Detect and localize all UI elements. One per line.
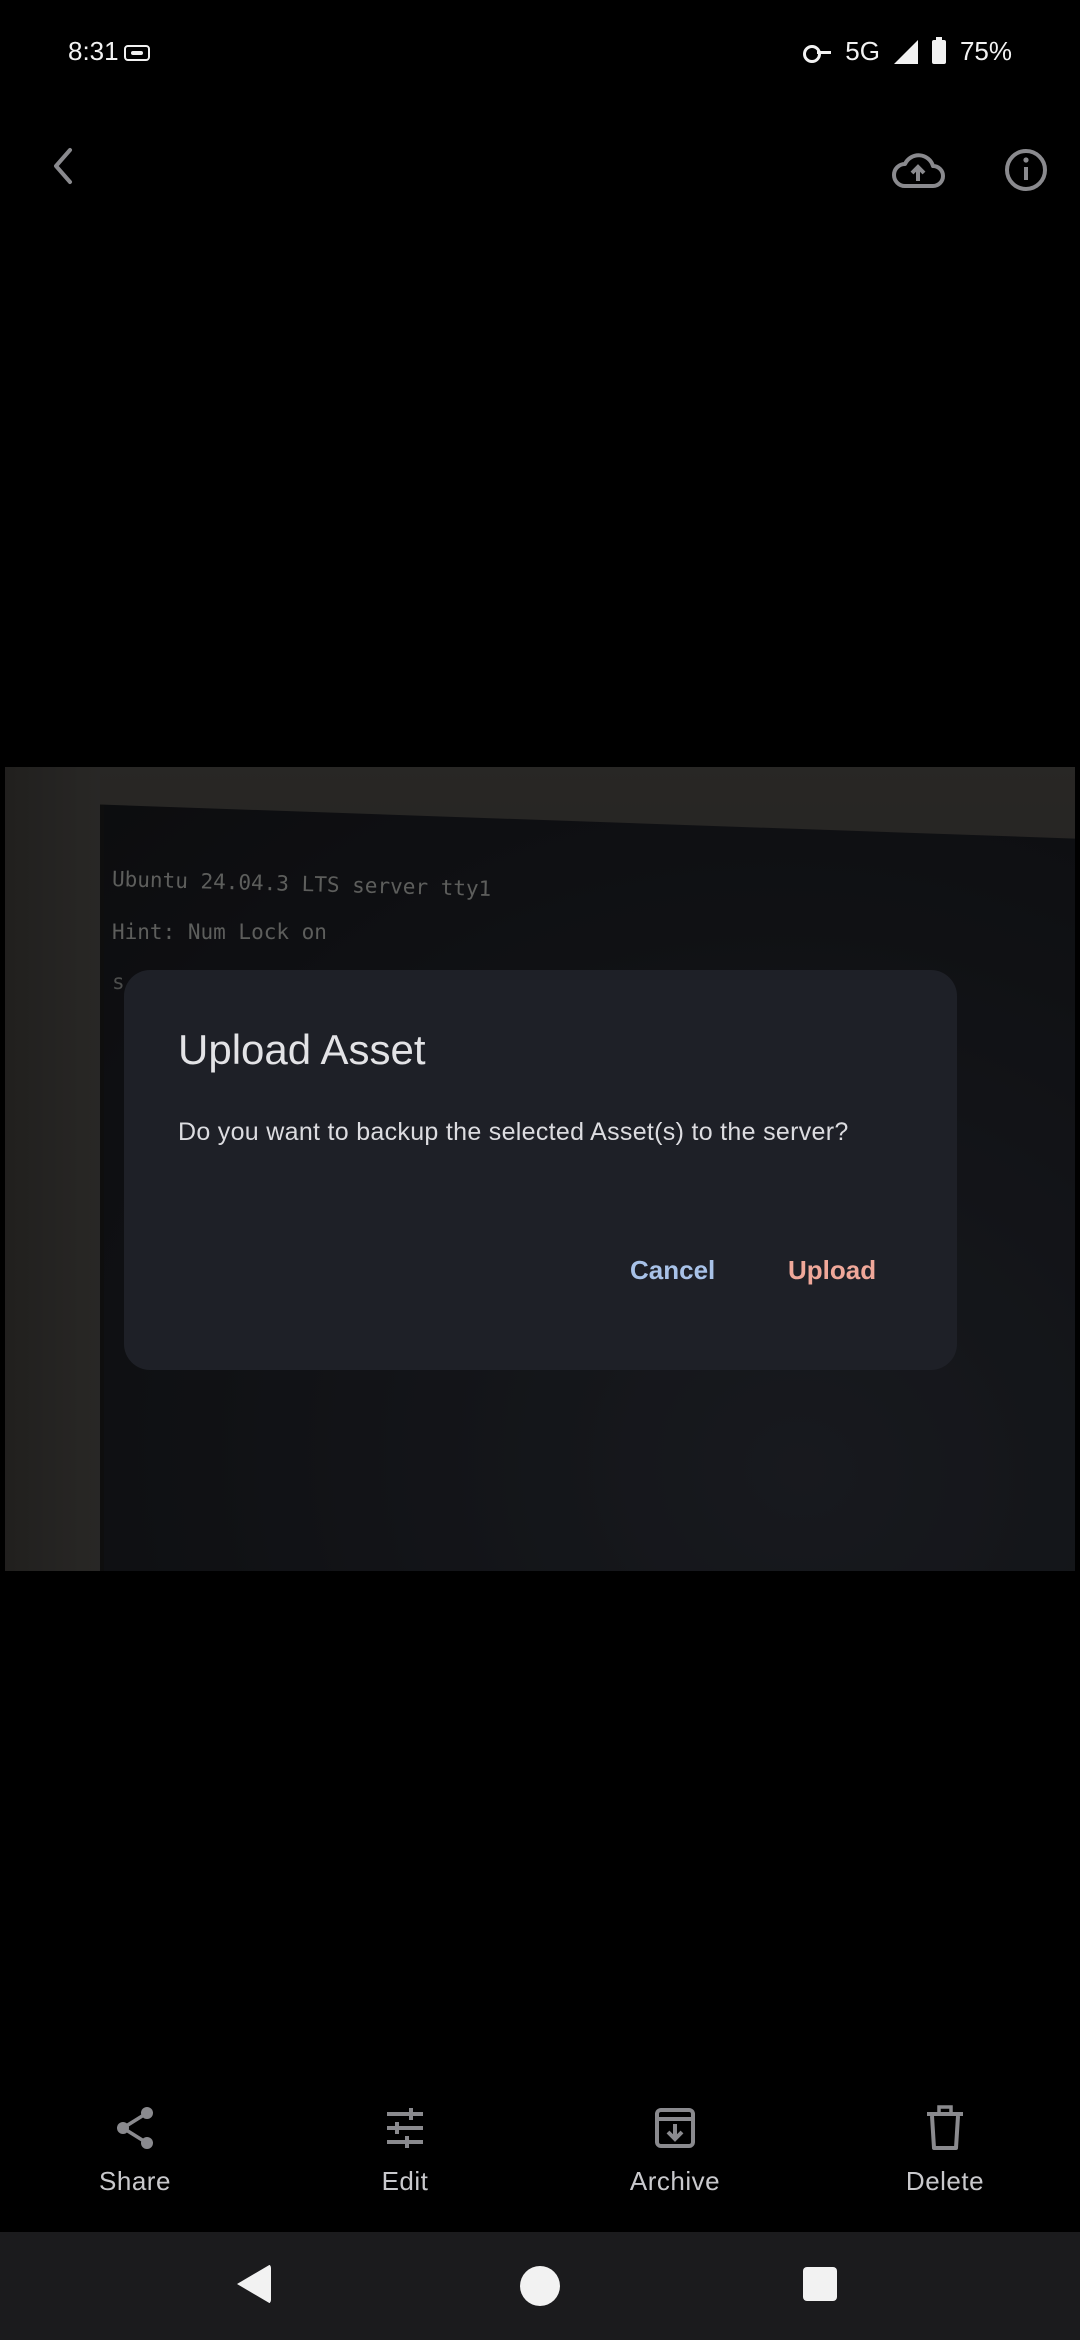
share-label: Share [99,2166,171,2196]
info-button[interactable] [990,140,1062,200]
nav-home-icon[interactable] [520,2266,560,2306]
nav-recents-icon[interactable] [803,2267,837,2301]
archive-action[interactable]: Archive [540,2090,810,2230]
trash-icon [927,2105,963,2150]
network-type: 5G [845,36,880,66]
edit-action[interactable]: Edit [270,2090,540,2230]
status-right-group: 5G 75% [803,36,1012,67]
cloud-upload-icon [892,153,945,188]
status-time: 8:31 [68,36,119,66]
edit-label: Edit [381,2166,429,2196]
vpn-key-icon [803,44,832,63]
status-bar: 8:31 5G 75% [0,0,1080,110]
nav-back-icon[interactable] [237,2264,271,2304]
info-icon [1005,149,1047,191]
screen-record-icon [124,45,150,61]
tune-icon [387,2108,423,2148]
back-button[interactable] [34,136,94,196]
photo-viewer-screen: 8:31 5G 75% Ubuntu 24.04.3 LTS server tt… [0,0,1080,2340]
delete-action[interactable]: Delete [810,2090,1080,2230]
chevron-left-icon [54,148,72,184]
archive-icon [655,2108,695,2148]
battery-percent: 75% [959,36,1012,66]
upload-asset-dialog: Upload Asset Do you want to backup the s… [124,970,957,1370]
dialog-title: Upload Asset [178,1026,426,1073]
share-icon [117,2107,153,2149]
signal-icon [893,39,918,64]
archive-label: Archive [629,2166,721,2196]
upload-asset-button[interactable] [882,140,954,200]
upload-button[interactable]: Upload [770,1238,894,1302]
battery-icon [931,36,946,64]
share-action[interactable]: Share [0,2090,270,2230]
system-nav-bar [0,2232,1080,2340]
dialog-message: Do you want to backup the selected Asset… [178,1118,849,1146]
cancel-button[interactable]: Cancel [612,1238,733,1302]
bottom-action-bar: Share Edit Archive Delete [0,2090,1080,2230]
delete-label: Delete [905,2166,985,2196]
